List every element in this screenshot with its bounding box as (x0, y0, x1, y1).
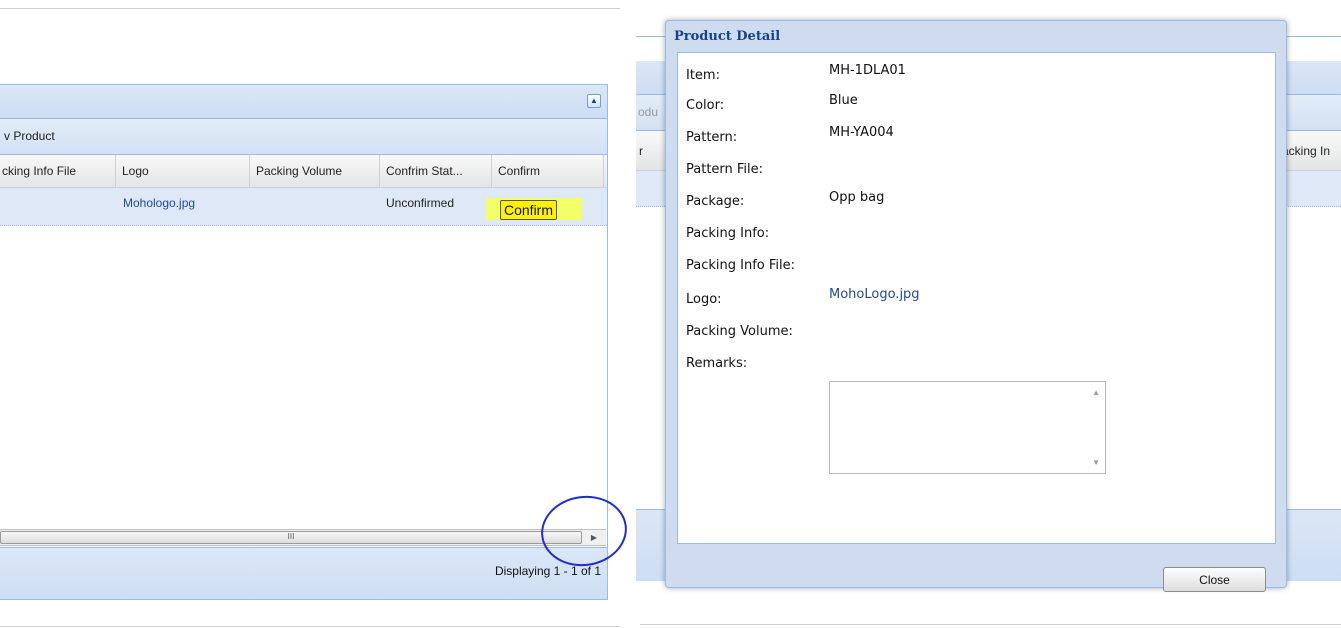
confirm-status-value: Unconfirmed (386, 196, 455, 210)
dialog-title: Product Detail (674, 29, 781, 44)
package-value: Opp bag (829, 190, 885, 205)
package-label: Package: (686, 194, 745, 209)
paging-toolbar: Displaying 1 - 1 of 1 (0, 547, 607, 599)
logo-link[interactable]: Mohologo.jpg (123, 196, 195, 210)
packing-info-label: Packing Info: (686, 226, 770, 241)
remarks-label: Remarks: (686, 356, 748, 371)
column-packing-volume[interactable]: Packing Volume (250, 155, 380, 187)
separator-right-bottom (640, 624, 1341, 625)
confirm-button[interactable]: Confirm (500, 200, 558, 220)
arrow-down-icon[interactable]: ▼ (1092, 458, 1100, 467)
pattern-file-label: Pattern File: (686, 162, 764, 177)
background-header-left: r (639, 144, 643, 158)
separator-left-top (0, 8, 620, 9)
column-logo[interactable]: Logo (116, 155, 250, 187)
arrow-up-icon[interactable]: ▲ (1092, 388, 1100, 397)
item-value: MH-1DLA01 (829, 63, 906, 78)
column-confirm-status[interactable]: Confrim Stat... (380, 155, 492, 187)
logo-link[interactable]: MohoLogo.jpg (829, 287, 920, 302)
color-label: Color: (686, 98, 725, 113)
packing-volume-label: Packing Volume: (686, 324, 793, 339)
grid-header: cking Info File Logo Packing Volume Conf… (0, 155, 607, 188)
collapse-up-icon[interactable]: ▲ (587, 94, 601, 108)
scroll-grip: III (287, 532, 295, 541)
remarks-textarea[interactable]: ▲ ▼ (829, 381, 1106, 474)
close-button[interactable]: Close (1163, 567, 1266, 592)
column-packing-info-file[interactable]: cking Info File (0, 155, 116, 187)
dialog-body: Item: MH-1DLA01 Color: Blue Pattern: MH-… (677, 52, 1276, 544)
packing-info-file-label: Packing Info File: (686, 258, 796, 273)
product-detail-dialog: Product Detail Item: MH-1DLA01 Color: Bl… (665, 20, 1287, 592)
pattern-label: Pattern: (686, 130, 738, 145)
product-grid-panel: ▲ v Product cking Info File Logo Packing… (0, 84, 608, 600)
panel-header: ▲ (0, 85, 607, 119)
scrollbar-thumb[interactable]: III (0, 531, 582, 544)
separator-left-bottom (0, 626, 620, 627)
horizontal-scrollbar[interactable]: III ▶ (0, 529, 606, 546)
table-row[interactable]: Mohologo.jpg Unconfirmed Confirm (0, 188, 607, 226)
logo-label: Logo: (686, 292, 722, 307)
toolbar-label[interactable]: v Product (4, 129, 55, 143)
pattern-value: MH-YA004 (829, 125, 894, 140)
background-header-right: acking In (1282, 144, 1331, 158)
background-toolbar-text: odu (638, 105, 659, 119)
column-confirm[interactable]: Confirm (492, 155, 604, 187)
panel-toolbar: v Product (0, 119, 607, 155)
color-value: Blue (829, 93, 858, 108)
item-label: Item: (686, 68, 720, 83)
